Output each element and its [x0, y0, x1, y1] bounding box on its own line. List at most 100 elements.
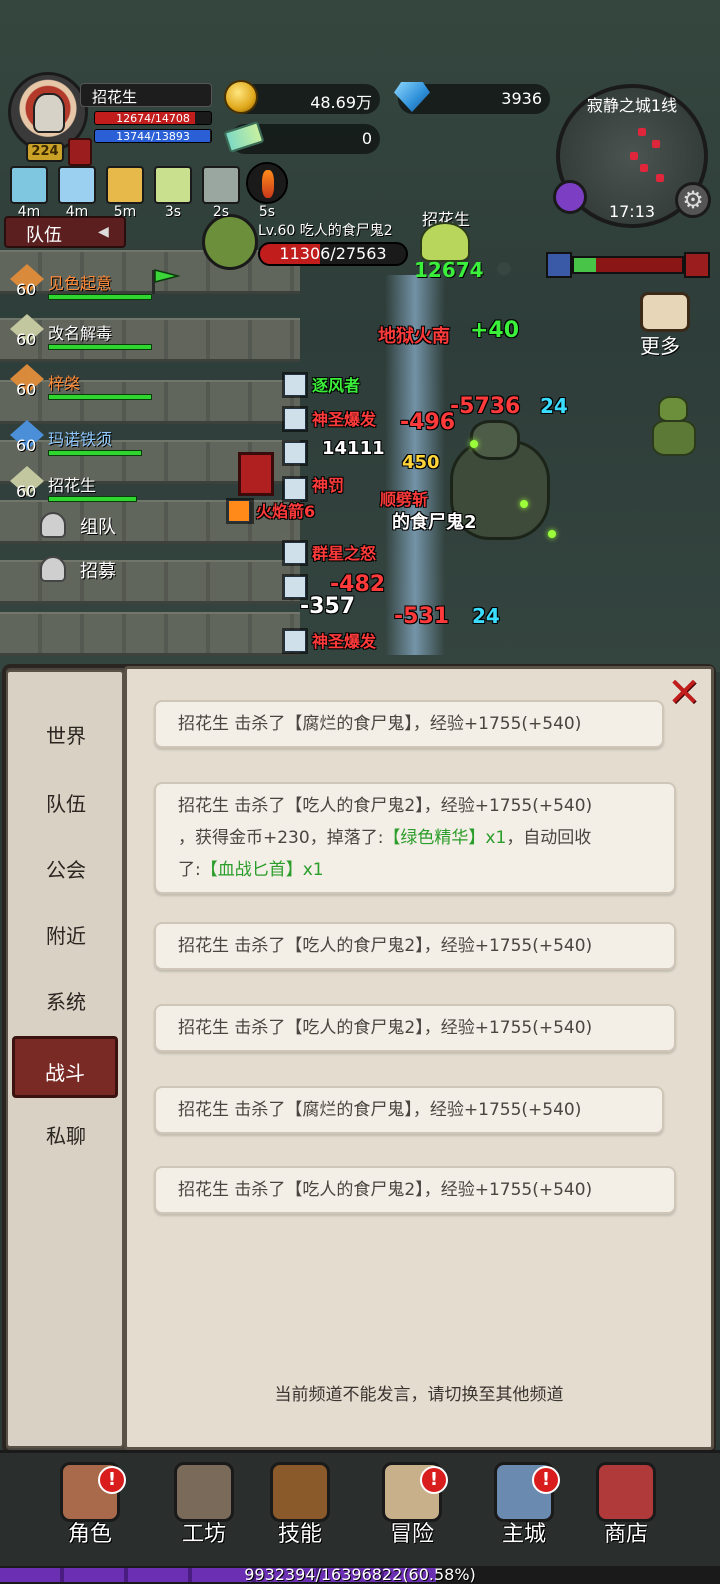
- ticket-amount: 0: [361, 129, 372, 148]
- chat-message-line: ，获得金币+230，掉落了:: [178, 828, 384, 848]
- shop-stall-icon: [596, 1462, 656, 1522]
- channel-label: 公会: [46, 858, 86, 882]
- crown-icon[interactable]: [106, 166, 144, 204]
- battle-progress-fill: [574, 258, 596, 272]
- skill-glyph-icon: [284, 542, 306, 564]
- alert-badge-icon: !: [532, 1466, 560, 1494]
- guild-badge[interactable]: [68, 138, 92, 166]
- chat-input-notice: 当前频道不能发言，请切换至其他频道: [274, 1385, 564, 1405]
- member-name: 招花生: [48, 476, 97, 495]
- nav-adventure[interactable]: 冒险!: [362, 1458, 462, 1558]
- member-level: 60: [16, 380, 37, 399]
- team-member[interactable]: 60 改名解毒: [6, 314, 156, 360]
- nav-label: 工坊: [181, 1522, 226, 1547]
- buff-timer: 2s: [212, 204, 230, 220]
- party-button[interactable]: 组队: [40, 510, 150, 542]
- team-member[interactable]: 60 见色起意: [6, 264, 156, 310]
- flame-sword-icon[interactable]: [248, 164, 286, 202]
- chat-message: 招花生 击杀了【吃人的食尸鬼2】，经验+1755(+540) ，获得金币+230…: [154, 782, 676, 894]
- member-level: 60: [16, 436, 37, 455]
- tab-guild[interactable]: 公会: [16, 836, 122, 898]
- nav-skills[interactable]: 技能: [250, 1458, 350, 1558]
- horde-banner-icon: [684, 252, 710, 278]
- tab-team[interactable]: 队伍: [16, 770, 122, 832]
- member-hp-bar: [48, 496, 138, 502]
- nav-workshop[interactable]: 工坊: [154, 1458, 254, 1558]
- skill-glyph-icon: [284, 576, 306, 598]
- fire-arrow-icon: [226, 498, 254, 524]
- nav-label: 主城: [501, 1522, 546, 1547]
- member-hp-bar: [48, 294, 152, 300]
- more-label: 更多: [640, 334, 680, 358]
- close-icon[interactable]: ✕: [664, 673, 704, 714]
- player-mp-text: 13744/13893: [116, 130, 190, 143]
- minimap-enemy-dot: [640, 164, 648, 172]
- channel-label: 战斗: [45, 1061, 85, 1085]
- buff-timer: 5s: [258, 204, 276, 220]
- buff-timer: 3s: [164, 204, 182, 220]
- gold-coin-icon: [224, 80, 258, 114]
- tab-combat[interactable]: 战斗: [12, 1036, 118, 1098]
- gold-amount: 48.69万: [310, 93, 372, 112]
- chat-message: 招花生 击杀了【腐烂的食尸鬼】，经验+1755(+540): [154, 1086, 664, 1134]
- chain-icon[interactable]: [202, 166, 240, 204]
- nav-label: 技能: [277, 1522, 322, 1547]
- minimap-enemy-dot: [638, 128, 646, 136]
- nav-shop[interactable]: 商店: [576, 1458, 676, 1558]
- collapse-left-icon[interactable]: ◀: [98, 224, 109, 240]
- poison-spark: [470, 440, 478, 448]
- team-member[interactable]: 60 梓棨: [6, 364, 156, 410]
- chat-message-line: ，自动回收: [506, 828, 592, 848]
- skill-glyph-icon: [284, 374, 306, 396]
- member-name: 改名解毒: [48, 324, 113, 343]
- action-label: 招募: [80, 561, 116, 582]
- skill-glyph-icon: [284, 408, 306, 430]
- member-level: 60: [16, 482, 37, 501]
- gem-amount: 3936: [501, 89, 542, 108]
- floating-combat-text: 24: [540, 394, 568, 418]
- target-portrait[interactable]: [202, 214, 258, 270]
- nav-character[interactable]: 角色!: [40, 1458, 140, 1558]
- alliance-banner-icon: [546, 252, 572, 278]
- team-tab-label: 队伍: [26, 225, 62, 246]
- floating-combat-text: 逐风者: [312, 376, 361, 395]
- team-member[interactable]: 60 招花生: [6, 466, 156, 512]
- skill-icon: [282, 574, 308, 600]
- buff-timer: 4m: [17, 204, 41, 220]
- player-mp-bar: 13744/13893: [94, 129, 212, 143]
- map-name: 寂静之城1线: [586, 96, 678, 115]
- ghoul-monster[interactable]: [646, 396, 702, 466]
- floating-combat-text: -496: [400, 410, 456, 435]
- team-member[interactable]: 60 玛诺铁须: [6, 420, 156, 466]
- floating-combat-text: -357: [300, 594, 356, 619]
- skill-icon: [282, 628, 308, 654]
- recruit-button[interactable]: 招募: [40, 554, 150, 586]
- floating-combat-text: 的食尸鬼2: [392, 512, 477, 533]
- ally-pet-sprite[interactable]: [420, 222, 470, 262]
- player-name: 招花生: [92, 88, 138, 106]
- alert-badge-icon: !: [420, 1466, 448, 1494]
- chat-message: 招花生 击杀了【腐烂的食尸鬼】，经验+1755(+540): [154, 700, 664, 748]
- more-button[interactable]: 更多: [632, 292, 698, 362]
- item-link-blood-dagger[interactable]: 【血战匕首】x1: [201, 860, 324, 880]
- frost-shield-icon[interactable]: [10, 166, 48, 204]
- gear-icon[interactable]: ⚙: [675, 182, 711, 218]
- floating-combat-text: 群星之怒: [312, 544, 377, 563]
- nav-label: 角色: [67, 1522, 112, 1547]
- spellbook-icon: [270, 1462, 330, 1522]
- crossed-swords-icon[interactable]: [553, 180, 587, 214]
- tab-private[interactable]: 私聊: [16, 1102, 122, 1164]
- ice-armor-icon[interactable]: [58, 166, 96, 204]
- minimap-enemy-dot: [652, 140, 660, 148]
- tab-system[interactable]: 系统: [16, 968, 122, 1030]
- floating-combat-text: 顺劈斩: [380, 490, 429, 509]
- item-link-green-essence[interactable]: 【绿色精华】x1: [383, 828, 506, 848]
- skill-glyph-icon: [284, 630, 306, 652]
- buff-timer: 4m: [65, 204, 89, 220]
- nav-city[interactable]: 主城!: [474, 1458, 574, 1558]
- tab-world[interactable]: 世界: [16, 702, 122, 764]
- tab-nearby[interactable]: 附近: [16, 902, 122, 964]
- skill-icon: [282, 372, 308, 398]
- blessing-icon[interactable]: [154, 166, 192, 204]
- helmet-icon: [40, 556, 66, 582]
